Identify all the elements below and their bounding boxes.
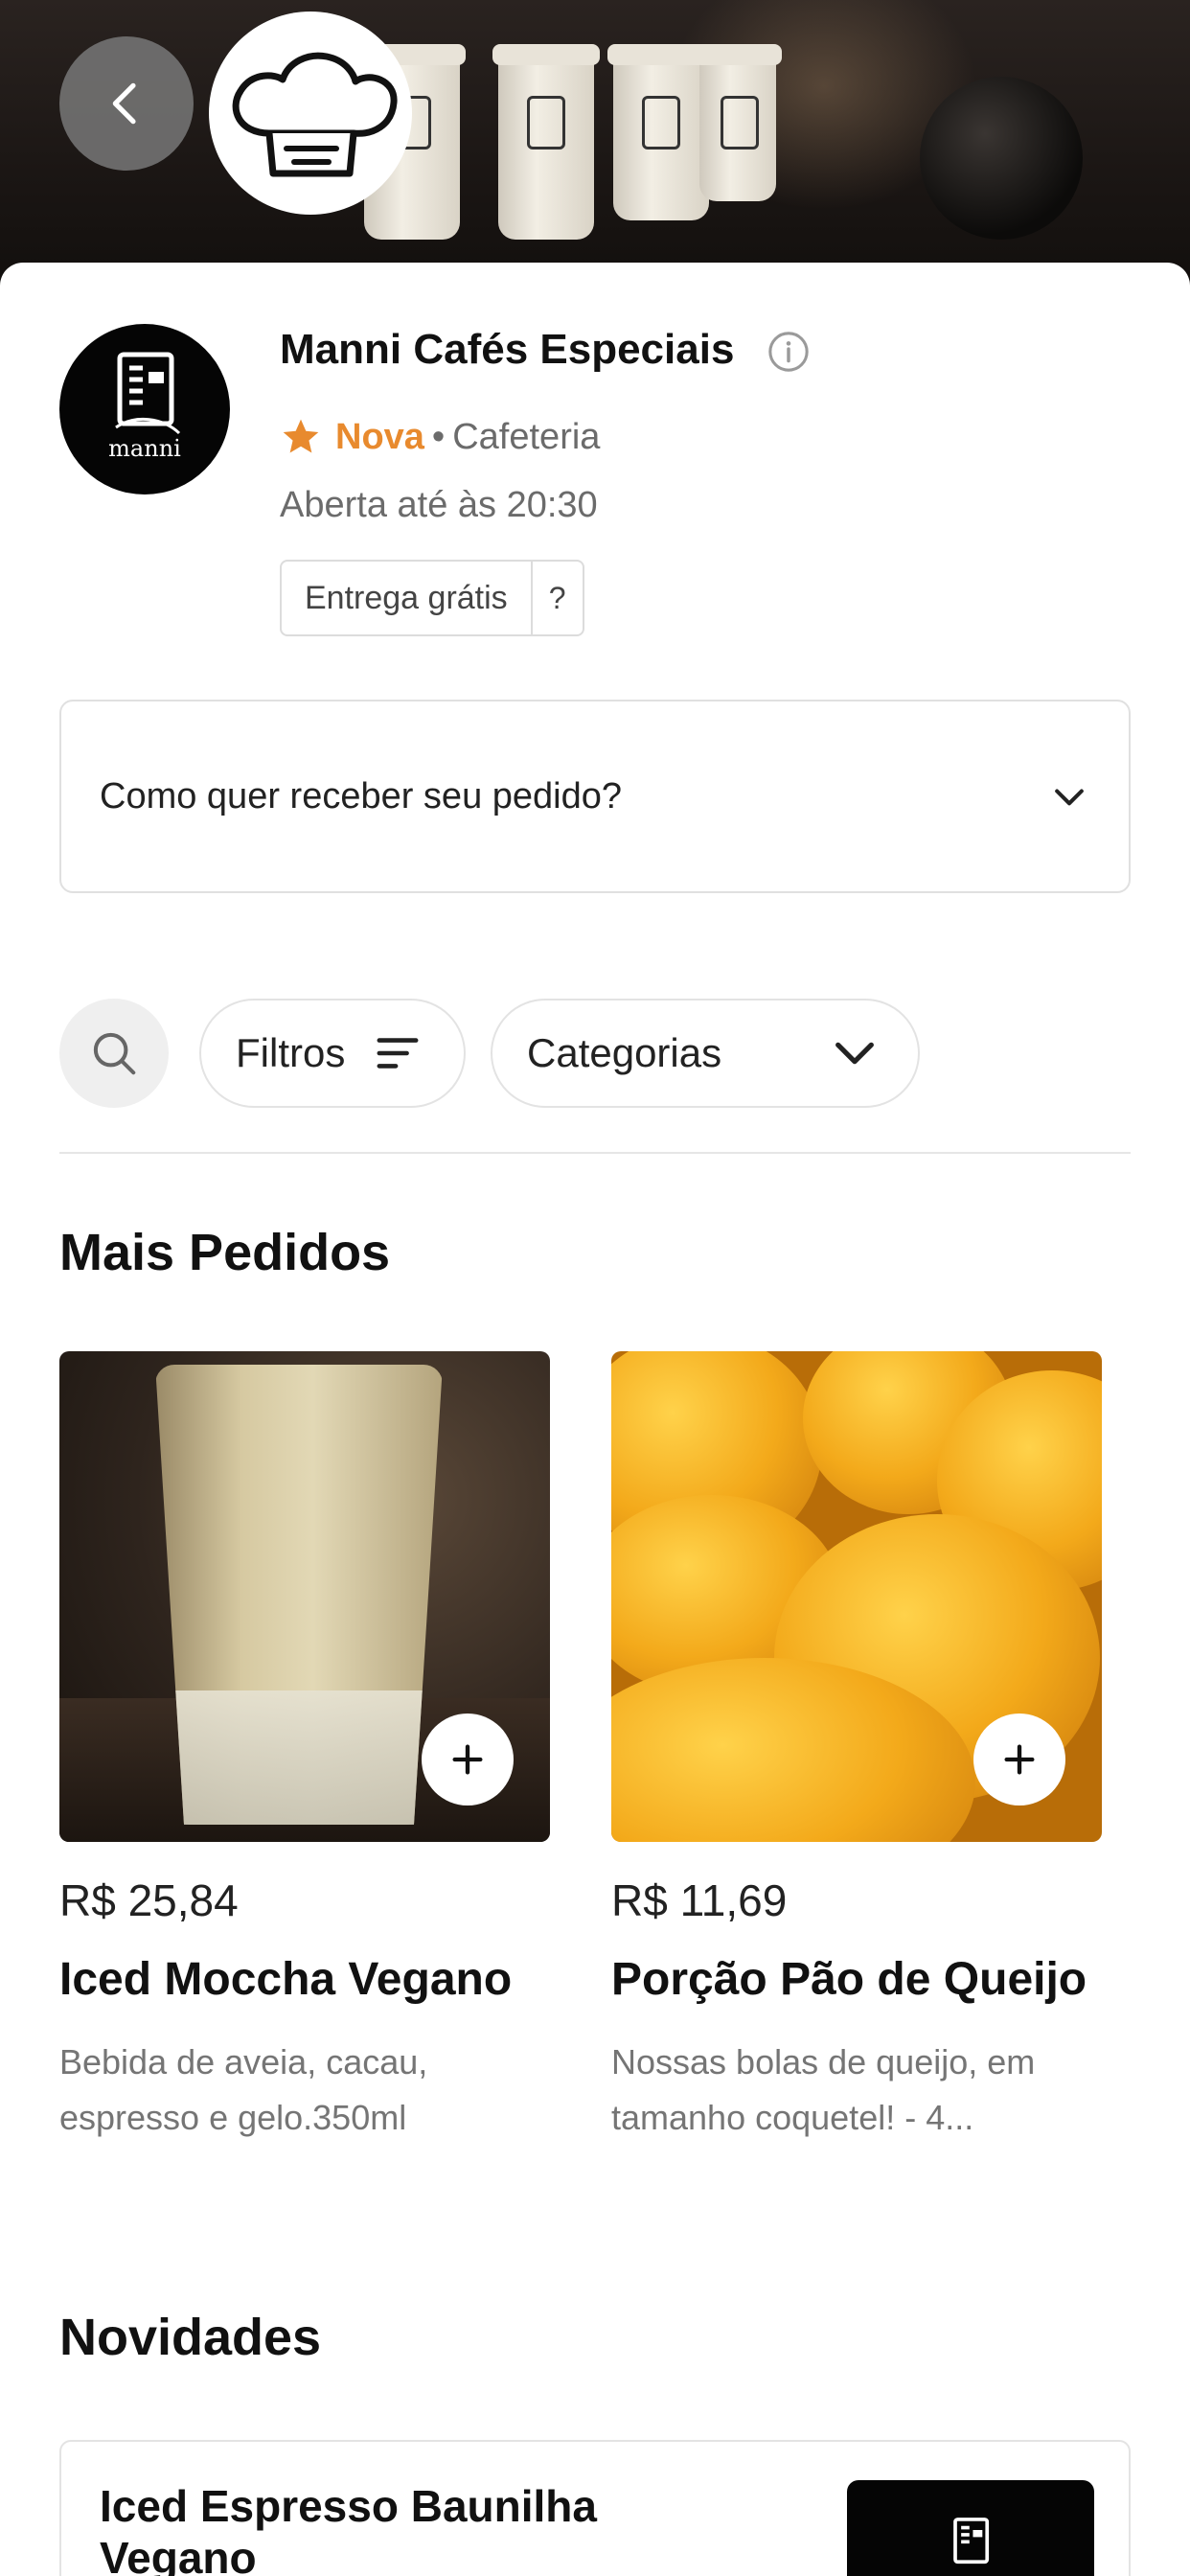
delivery-tag-label: Entrega grátis <box>282 562 533 634</box>
categories-dropdown[interactable]: Categorias <box>491 999 920 1108</box>
filters-label: Filtros <box>236 1030 346 1075</box>
store-rating-row: Nova • Cafeteria <box>280 416 600 458</box>
separator-dot: • <box>431 416 446 457</box>
delivery-mode-select[interactable]: Como quer receber seu pedido? <box>59 700 1131 893</box>
chevron-left-icon <box>112 82 136 125</box>
chevron-down-icon <box>835 1042 874 1065</box>
store-logo: manni <box>59 324 230 494</box>
delivery-help-button[interactable]: ? <box>533 562 583 634</box>
product-description: Bebida de aveia, cacau, espresso e gelo.… <box>59 2042 428 2137</box>
product-name: Porção Pão de Queijo <box>611 1954 1087 2005</box>
product-price: R$ 25,84 <box>59 1875 239 1925</box>
add-to-cart-button[interactable] <box>422 1714 514 1806</box>
delivery-mode-label: Como quer receber seu pedido? <box>100 775 623 816</box>
plus-icon <box>1004 1744 1035 1775</box>
chef-hat-icon <box>232 52 398 177</box>
cover-cup <box>607 44 715 220</box>
cover-cup <box>492 44 600 240</box>
categories-label: Categorias <box>527 1030 722 1075</box>
product-price: R$ 11,69 <box>611 1875 788 1925</box>
delivery-tag: Entrega grátis ? <box>280 560 584 636</box>
rating-label: Nova <box>335 416 424 457</box>
plus-icon <box>452 1744 483 1775</box>
filters-button[interactable]: Filtros <box>199 999 466 1108</box>
product-image <box>59 1351 550 1842</box>
chef-hat-badge <box>209 12 412 215</box>
product-card[interactable]: R$ 25,84 Iced Moccha Vegano Bebida de av… <box>59 1351 550 2146</box>
product-image <box>611 1351 1102 1842</box>
section-title-news: Novidades <box>59 2309 322 2366</box>
chevron-down-icon <box>1055 789 1084 806</box>
filter-lines-icon <box>377 1038 419 1069</box>
product-card[interactable]: R$ 11,69 Porção Pão de Queijo Nossas bol… <box>611 1351 1102 2146</box>
search-button[interactable] <box>59 999 169 1108</box>
store-open-hours: Aberta até às 20:30 <box>280 485 598 525</box>
info-icon[interactable] <box>767 330 811 374</box>
news-item-image <box>847 2480 1094 2576</box>
section-title-most-ordered: Mais Pedidos <box>59 1224 391 1281</box>
add-to-cart-button[interactable] <box>973 1714 1065 1806</box>
store-category: Cafeteria <box>452 416 601 457</box>
store-name: Manni Cafés Especiais <box>280 326 735 373</box>
cover-cup <box>694 44 782 201</box>
product-name: Iced Moccha Vegano <box>59 1954 513 2005</box>
store-logo-text: manni <box>108 435 181 462</box>
star-icon <box>283 419 319 453</box>
cover-object <box>920 77 1083 240</box>
news-item-name: Iced Espresso Baunilha Vegano <box>100 2481 597 2576</box>
news-item-card[interactable]: Iced Espresso Baunilha Vegano <box>59 2440 1131 2576</box>
back-button[interactable] <box>59 36 194 171</box>
product-description: Nossas bolas de queijo, em tamanho coque… <box>611 2042 1036 2137</box>
store-logo-mark <box>953 2518 990 2564</box>
search-icon <box>93 1032 136 1075</box>
section-divider <box>59 1152 1131 1154</box>
